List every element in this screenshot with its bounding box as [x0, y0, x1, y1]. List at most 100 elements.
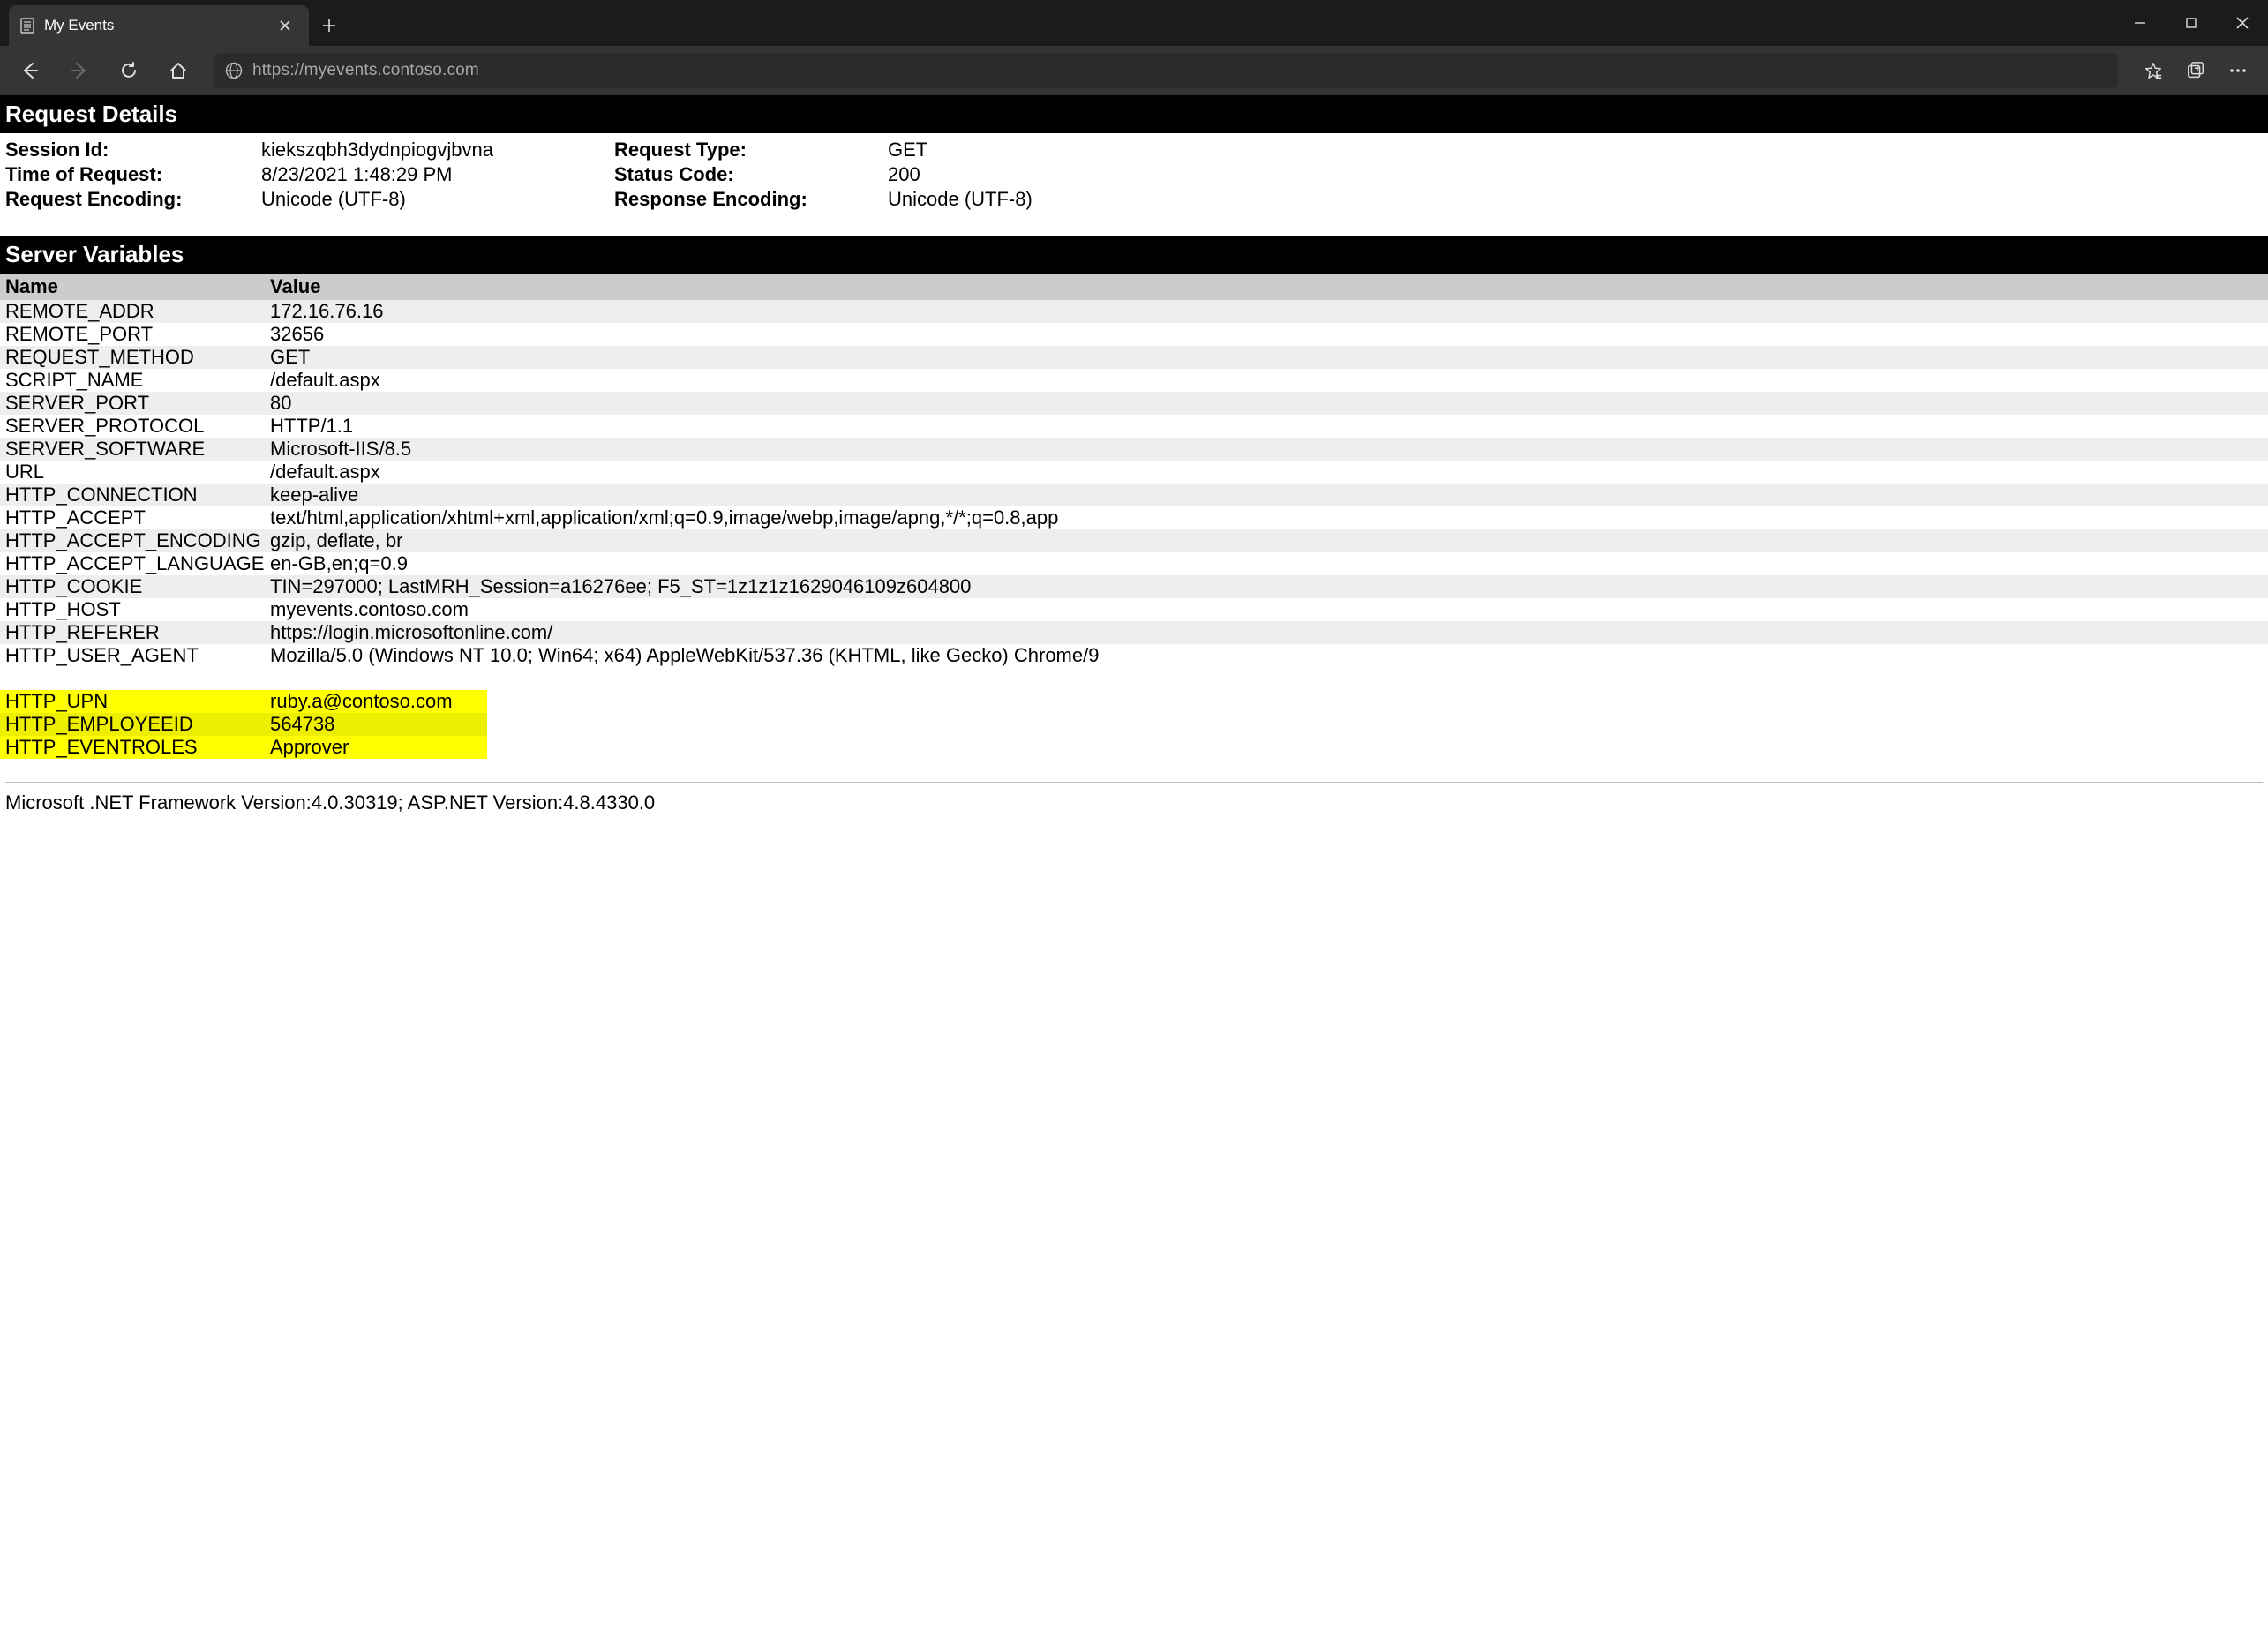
refresh-button[interactable] — [108, 53, 150, 88]
detail-label: Request Encoding: — [5, 188, 261, 211]
var-value: Microsoft-IIS/8.5 — [265, 438, 2268, 461]
globe-icon — [224, 61, 244, 80]
table-row: REMOTE_PORT32656 — [0, 323, 2268, 346]
var-value: 32656 — [265, 323, 2268, 346]
table-row: HTTP_ACCEPT_ENCODINGgzip, deflate, br — [0, 529, 2268, 552]
var-name: REQUEST_METHOD — [0, 346, 265, 369]
close-window-button[interactable] — [2217, 0, 2268, 46]
var-name: REMOTE_ADDR — [0, 300, 265, 323]
address-url: https://myevents.contoso.com — [252, 61, 479, 80]
favorites-button[interactable] — [2132, 53, 2174, 88]
collections-button[interactable] — [2174, 53, 2217, 88]
var-name: HTTP_EVENTROLES — [0, 736, 265, 759]
forward-button[interactable] — [58, 53, 101, 88]
table-header-name: Name — [0, 274, 265, 300]
table-row: URL/default.aspx — [0, 461, 2268, 484]
server-variables-table: Name Value REMOTE_ADDR172.16.76.16REMOTE… — [0, 274, 2268, 667]
back-button[interactable] — [9, 53, 51, 88]
var-value: 172.16.76.16 — [265, 300, 2268, 323]
var-value: Approver — [265, 736, 487, 759]
var-name: HTTP_REFERER — [0, 621, 265, 644]
detail-value: 200 — [888, 163, 1135, 186]
detail-label: Time of Request: — [5, 163, 261, 186]
table-row: SERVER_PORT80 — [0, 392, 2268, 415]
var-value: https://login.microsoftonline.com/ — [265, 621, 2268, 644]
footer-text: Microsoft .NET Framework Version:4.0.303… — [0, 791, 2268, 814]
var-value: en-GB,en;q=0.9 — [265, 552, 2268, 575]
var-name: SERVER_PROTOCOL — [0, 415, 265, 438]
page-content: Request Details Session Id: kiekszqbh3dy… — [0, 95, 2268, 832]
detail-label: Session Id: — [5, 139, 261, 161]
table-row: SERVER_PROTOCOLHTTP/1.1 — [0, 415, 2268, 438]
detail-value: Unicode (UTF-8) — [888, 188, 1135, 211]
var-value: 564738 — [265, 713, 487, 736]
table-row: HTTP_EVENTROLESApprover — [0, 736, 487, 759]
var-name: URL — [0, 461, 265, 484]
table-row: HTTP_USER_AGENTMozilla/5.0 (Windows NT 1… — [0, 644, 2268, 667]
table-row: HTTP_ACCEPTtext/html,application/xhtml+x… — [0, 506, 2268, 529]
detail-value: 8/23/2021 1:48:29 PM — [261, 163, 614, 186]
close-tab-button[interactable] — [275, 16, 295, 35]
home-button[interactable] — [157, 53, 199, 88]
var-name: REMOTE_PORT — [0, 323, 265, 346]
var-name: SERVER_SOFTWARE — [0, 438, 265, 461]
tab-title: My Events — [44, 17, 267, 34]
table-row: REMOTE_ADDR172.16.76.16 — [0, 300, 2268, 323]
var-name: HTTP_USER_AGENT — [0, 644, 265, 667]
var-name: SCRIPT_NAME — [0, 369, 265, 392]
titlebar-spacer — [349, 0, 2114, 46]
settings-menu-button[interactable] — [2217, 53, 2259, 88]
var-value: Mozilla/5.0 (Windows NT 10.0; Win64; x64… — [265, 644, 2268, 667]
maximize-button[interactable] — [2166, 0, 2217, 46]
detail-label: Response Encoding: — [614, 188, 888, 211]
server-variables-title: Server Variables — [0, 236, 2268, 274]
detail-label: Request Type: — [614, 139, 888, 161]
titlebar: My Events — [0, 0, 2268, 46]
table-row: SCRIPT_NAME/default.aspx — [0, 369, 2268, 392]
var-value: myevents.contoso.com — [265, 598, 2268, 621]
footer-divider — [5, 782, 2263, 783]
table-row: HTTP_CONNECTIONkeep-alive — [0, 484, 2268, 506]
table-row: HTTP_EMPLOYEEID564738 — [0, 713, 487, 736]
table-row: HTTP_HOSTmyevents.contoso.com — [0, 598, 2268, 621]
table-row: HTTP_REFERERhttps://login.microsoftonlin… — [0, 621, 2268, 644]
var-value: ruby.a@contoso.com — [265, 690, 487, 713]
var-value: GET — [265, 346, 2268, 369]
toolbar-right — [2132, 53, 2259, 88]
detail-value: GET — [888, 139, 1135, 161]
var-value: /default.aspx — [265, 461, 2268, 484]
browser-tab[interactable]: My Events — [9, 5, 309, 46]
var-name: HTTP_ACCEPT_ENCODING — [0, 529, 265, 552]
request-details-title: Request Details — [0, 95, 2268, 133]
var-name: HTTP_CONNECTION — [0, 484, 265, 506]
table-row: HTTP_COOKIETIN=297000; LastMRH_Session=a… — [0, 575, 2268, 598]
table-header-value: Value — [265, 274, 2268, 300]
highlighted-vars-table: HTTP_UPNruby.a@contoso.comHTTP_EMPLOYEEI… — [0, 690, 487, 759]
var-name: HTTP_EMPLOYEEID — [0, 713, 265, 736]
window-controls — [2114, 0, 2268, 46]
detail-value: Unicode (UTF-8) — [261, 188, 614, 211]
var-value: HTTP/1.1 — [265, 415, 2268, 438]
var-name: HTTP_COOKIE — [0, 575, 265, 598]
var-name: HTTP_ACCEPT_LANGUAGE — [0, 552, 265, 575]
var-value: TIN=297000; LastMRH_Session=a16276ee; F5… — [265, 575, 2268, 598]
var-value: /default.aspx — [265, 369, 2268, 392]
request-details-grid: Session Id: kiekszqbh3dydnpiogvjbvna Req… — [0, 133, 2268, 236]
table-row: HTTP_ACCEPT_LANGUAGEen-GB,en;q=0.9 — [0, 552, 2268, 575]
var-value: keep-alive — [265, 484, 2268, 506]
table-row: HTTP_UPNruby.a@contoso.com — [0, 690, 487, 713]
var-name: HTTP_HOST — [0, 598, 265, 621]
highlighted-vars-wrap: HTTP_UPNruby.a@contoso.comHTTP_EMPLOYEEI… — [0, 690, 2268, 759]
address-bar[interactable]: https://myevents.contoso.com — [214, 53, 2118, 88]
minimize-button[interactable] — [2114, 0, 2166, 46]
table-row: REQUEST_METHODGET — [0, 346, 2268, 369]
browser-toolbar: https://myevents.contoso.com — [0, 46, 2268, 95]
var-name: SERVER_PORT — [0, 392, 265, 415]
var-name: HTTP_UPN — [0, 690, 265, 713]
new-tab-button[interactable] — [309, 5, 349, 46]
page-icon — [19, 18, 35, 34]
var-value: 80 — [265, 392, 2268, 415]
detail-label: Status Code: — [614, 163, 888, 186]
table-row: SERVER_SOFTWAREMicrosoft-IIS/8.5 — [0, 438, 2268, 461]
var-value: gzip, deflate, br — [265, 529, 2268, 552]
